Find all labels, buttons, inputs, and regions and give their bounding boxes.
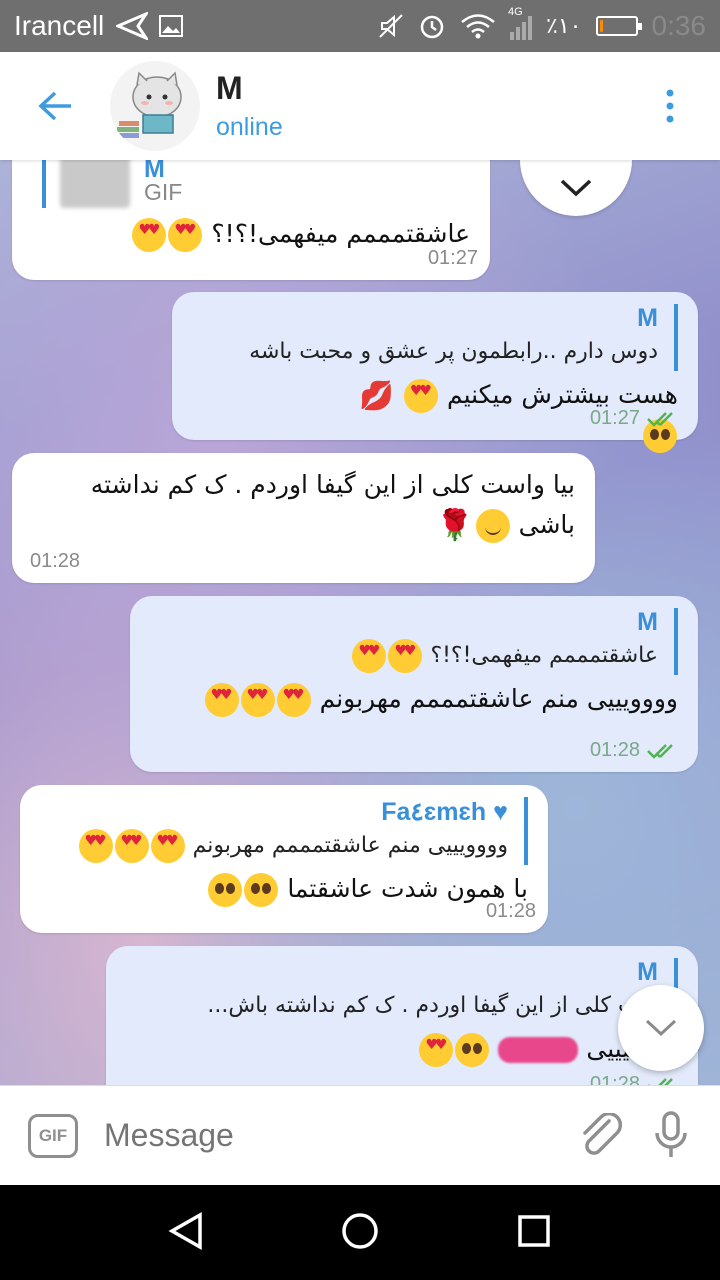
- back-button[interactable]: [0, 52, 110, 160]
- message-composer: GIF: [0, 1085, 720, 1185]
- online-status: online: [216, 113, 283, 141]
- message-time: 01:28: [30, 550, 81, 572]
- more-options-button[interactable]: [620, 52, 720, 160]
- nav-recents-button[interactable]: [516, 1213, 552, 1253]
- double-check-icon: [647, 743, 673, 759]
- wifi-icon: [461, 14, 495, 39]
- redaction-mark: [498, 1037, 579, 1063]
- chevron-down-icon: [645, 1019, 677, 1037]
- pleading-face-icon: [455, 1033, 490, 1067]
- gif-button[interactable]: GIF: [28, 1113, 78, 1158]
- message-time: 01:27: [589, 407, 640, 429]
- voice-record-button[interactable]: [636, 1110, 706, 1161]
- chevron-down-icon: [560, 179, 592, 197]
- heart-eyes-icon: [150, 829, 185, 863]
- heart-eyes-icon: [114, 829, 149, 863]
- alarm-icon: [420, 15, 444, 39]
- double-check-icon: [647, 411, 673, 427]
- message-time: 01:28: [589, 1073, 640, 1085]
- heart-eyes-icon: [240, 683, 275, 717]
- reply-media-label: GIF: [144, 178, 183, 205]
- message-text: هست بیشترش میکنیم: [446, 380, 678, 409]
- message-text: با همون شدت عاشقتما: [287, 874, 528, 903]
- message-bubble[interactable]: Fa٤ɛmɛh ♥ وووویییی منم عاشقتمممم مهربونم…: [20, 785, 548, 933]
- battery-percent: ٪۱۰: [546, 13, 582, 39]
- message-time: 01:28: [485, 900, 536, 922]
- reply-text: دوس دارم ..رابطمون پر عشق و محبت باشه: [249, 339, 658, 364]
- reply-text: ست کلی از این گیفا اوردم . ک کم نداشته ب…: [207, 993, 658, 1018]
- chat-header: M online: [0, 52, 720, 160]
- pleading-face-icon: [244, 873, 279, 907]
- message-bubble[interactable]: M دوس دارم ..رابطمون پر عشق و محبت باشه …: [172, 292, 698, 453]
- message-time: 01:27: [427, 247, 478, 269]
- heart-eyes-icon: [168, 218, 203, 252]
- heart-eyes-icon: [204, 683, 239, 717]
- heart-eyes-icon: [388, 639, 423, 673]
- message-time: 01:28: [589, 739, 640, 761]
- send-icon: [116, 12, 149, 40]
- reply-sender: Fa٤ɛmɛh ♥: [381, 798, 508, 826]
- reply-text: وووویییی منم عاشقتمممم مهربونم: [192, 833, 508, 858]
- recents-square-icon: [518, 1214, 550, 1247]
- heart-eyes-icon: [276, 683, 311, 717]
- heart-eyes-icon: [352, 639, 387, 673]
- pleading-face-icon: [208, 873, 243, 907]
- reply-sender: M: [637, 958, 658, 986]
- message-bubble[interactable]: M GIF عاشقتمممم میفهمی!؟!؟ 01:27: [12, 160, 490, 280]
- heart-eyes-icon: [419, 1033, 454, 1067]
- double-check-icon: [647, 1077, 673, 1085]
- image-icon: [159, 15, 184, 37]
- reply-text: عاشقتمممم میفهمی!؟!؟: [430, 643, 658, 668]
- heart-eyes-icon: [403, 379, 438, 413]
- message-text: وووویییی منم عاشقتمممم مهربونم: [319, 684, 678, 713]
- nav-back-button[interactable]: [168, 1211, 204, 1255]
- back-arrow-icon: [38, 91, 71, 121]
- kiss-mark-icon: 💋: [359, 379, 395, 412]
- reply-sender: M: [637, 608, 658, 636]
- reply-sender: M: [144, 160, 165, 179]
- rose-icon: 🌹: [436, 508, 474, 543]
- message-text: عاشقتمممم میفهمی!؟!؟: [211, 219, 470, 248]
- heart-eyes-icon: [132, 218, 167, 252]
- back-triangle-icon: [168, 1211, 202, 1250]
- signal-icon: 4G: [508, 6, 533, 40]
- message-bubble[interactable]: M عاشقتمممم میفهمی!؟!؟ وووویییی منم عاشق…: [130, 596, 698, 772]
- gif-thumbnail[interactable]: [60, 160, 130, 208]
- battery-icon: [595, 16, 642, 36]
- more-vertical-icon: [666, 89, 674, 123]
- nav-home-button[interactable]: [340, 1211, 380, 1255]
- system-navigation-bar: [0, 1185, 720, 1280]
- reply-sender: M: [637, 304, 658, 332]
- chat-title[interactable]: M: [216, 70, 283, 107]
- status-bar: Irancell 4G ٪۱۰ 0:36: [0, 0, 720, 52]
- heart-eyes-icon: [78, 829, 113, 863]
- mute-icon: [379, 14, 403, 38]
- attach-button[interactable]: [566, 1112, 636, 1159]
- scroll-down-button[interactable]: [618, 985, 704, 1071]
- clock: 0:36: [651, 10, 707, 41]
- message-bubble[interactable]: M ست کلی از این گیفا اوردم . ک کم نداشته…: [106, 946, 698, 1085]
- smile-icon: [475, 509, 510, 543]
- chat-area[interactable]: M GIF عاشقتمممم میفهمی!؟!؟ 01:27 M دوس د…: [0, 160, 720, 1085]
- home-circle-icon: [342, 1212, 378, 1249]
- network-label: 4G: [508, 6, 523, 18]
- cat-reading-icon: [117, 71, 182, 138]
- carrier-name: Irancell: [14, 10, 105, 41]
- microphone-icon: [655, 1110, 687, 1157]
- message-bubble[interactable]: بیا واست کلی از این گیفا اوردم . ک کم ند…: [12, 453, 595, 583]
- message-input[interactable]: [104, 1117, 566, 1154]
- paperclip-icon: [583, 1112, 623, 1155]
- avatar[interactable]: [110, 61, 200, 151]
